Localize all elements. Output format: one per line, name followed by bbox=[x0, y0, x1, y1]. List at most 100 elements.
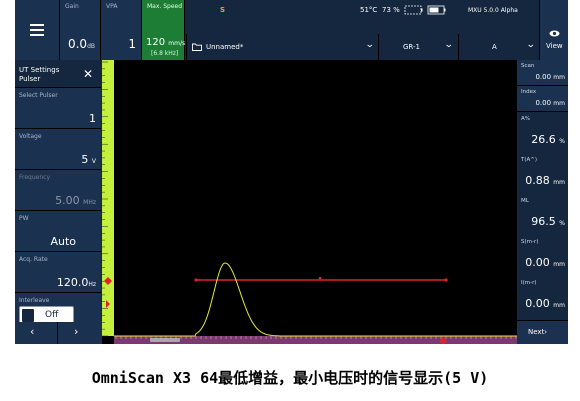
toggle-knob bbox=[22, 309, 34, 322]
amplitude-ruler bbox=[102, 60, 114, 337]
next-page-button[interactable]: › bbox=[58, 322, 102, 344]
param-value: 5.00 bbox=[55, 194, 80, 207]
gain-control[interactable]: Gain 0.0dB bbox=[60, 0, 101, 60]
reading-value: 0.00 bbox=[525, 256, 550, 269]
previous-button[interactable]: ‹ bbox=[15, 322, 58, 344]
battery-icon bbox=[404, 5, 446, 15]
a-scan-canvas bbox=[102, 60, 517, 344]
chevron-down-icon: ⌄ bbox=[364, 40, 375, 50]
group-name: GR-1 bbox=[403, 43, 420, 51]
battery-percent: 73 % bbox=[382, 6, 400, 14]
panel-subtitle: Pulser bbox=[19, 75, 41, 83]
vpa-value: 1 bbox=[128, 37, 136, 51]
param-value: 1 bbox=[89, 112, 96, 125]
reading-ml: ML 96.5 % bbox=[517, 195, 568, 236]
status-strip: S 51°C 73 % MXU 5.0.0 Alpha bbox=[186, 0, 539, 34]
reading-label: ML bbox=[521, 198, 529, 204]
reading-unit: % bbox=[559, 138, 565, 145]
toggle-label: Off bbox=[45, 310, 59, 320]
temperature: 51°C bbox=[360, 6, 378, 14]
max-speed-prf: [6.8 kHz] bbox=[151, 50, 179, 57]
vpa-control[interactable]: VPA 1 bbox=[101, 0, 142, 60]
next-label: Next› bbox=[528, 328, 548, 336]
reading-label: A% bbox=[521, 116, 530, 122]
group-dropdown[interactable]: GR-1 ⌄ bbox=[378, 34, 458, 60]
param-unit: V bbox=[91, 158, 96, 165]
reading-label: S(m-r) bbox=[521, 239, 539, 245]
param-acq-rate[interactable]: Acq. Rate 120.0Hz bbox=[15, 252, 101, 293]
s-indicator: S bbox=[220, 6, 226, 14]
reading-label: T(A^) bbox=[521, 157, 538, 163]
reading-unit: mm bbox=[553, 74, 565, 81]
chevron-down-icon: ⌄ bbox=[443, 40, 454, 50]
max-speed-unit: mm/s bbox=[168, 40, 186, 47]
eye-icon bbox=[549, 30, 560, 37]
reading-label: I(m-r) bbox=[521, 280, 537, 286]
menu-icon bbox=[30, 24, 44, 26]
depth-ruler bbox=[114, 336, 517, 344]
reading-label: Index bbox=[521, 89, 537, 95]
top-bar: Gain 0.0dB VPA 1 Max. Speed 120 mm/s [6.… bbox=[15, 0, 568, 60]
a-scan-view[interactable] bbox=[102, 60, 517, 344]
param-frequency: Frequency 5.00 MHz bbox=[15, 170, 101, 211]
param-unit: Hz bbox=[88, 281, 96, 288]
chevron-left-icon: ‹ bbox=[30, 325, 35, 338]
reading-thickness: T(A^) 0.88 mm bbox=[517, 154, 568, 195]
channel-dropdown[interactable]: A ⌄ bbox=[458, 34, 539, 60]
reading-value: 96.5 bbox=[531, 215, 556, 228]
param-pw[interactable]: PW Auto bbox=[15, 211, 101, 252]
reading-value: 0.00 bbox=[535, 99, 552, 107]
software-version: MXU 5.0.0 Alpha bbox=[468, 7, 518, 14]
reading-a-percent: A% 26.6 % bbox=[517, 113, 568, 154]
param-value: Auto bbox=[50, 235, 76, 248]
reading-unit: mm bbox=[553, 179, 565, 186]
file-name: Unnamed* bbox=[206, 43, 244, 51]
menu-button[interactable] bbox=[15, 0, 60, 60]
reading-unit: mm bbox=[553, 100, 565, 107]
chevron-right-icon: › bbox=[74, 325, 79, 338]
max-speed-value: 120 bbox=[146, 37, 166, 48]
max-speed-control[interactable]: Max. Speed 120 mm/s [6.8 kHz] bbox=[142, 0, 185, 60]
param-value: 5 bbox=[81, 153, 89, 166]
index-position-field[interactable]: Index 0.00 mm bbox=[517, 86, 568, 112]
next-button[interactable]: Next› bbox=[517, 320, 568, 344]
signal-waveform bbox=[114, 262, 517, 337]
param-label: Acq. Rate bbox=[19, 256, 48, 263]
param-select-pulser[interactable]: Select Pulser 1 bbox=[15, 88, 101, 129]
reading-unit: mm bbox=[553, 261, 565, 268]
close-icon[interactable]: ✕ bbox=[83, 67, 93, 81]
scroll-thumb[interactable] bbox=[150, 338, 180, 342]
param-label: Interleave bbox=[19, 297, 50, 304]
reading-i-m-r: I(m-r) 0.00 mm bbox=[517, 277, 568, 318]
param-value: 120.0 bbox=[56, 276, 89, 289]
gain-value: 0.0 bbox=[67, 37, 88, 51]
reading-s-m-r: S(m-r) 0.00 mm bbox=[517, 236, 568, 277]
param-unit: MHz bbox=[83, 199, 96, 206]
scan-position-field[interactable]: Scan 0.00 mm bbox=[517, 60, 568, 86]
panel-title: UT Settings bbox=[19, 66, 60, 74]
panel-header: UT Settings Pulser ✕ bbox=[15, 60, 101, 88]
reading-value: 26.6 bbox=[531, 133, 556, 146]
view-label: View bbox=[546, 42, 563, 50]
panel-navigation: ‹ › bbox=[15, 322, 102, 344]
readings-panel: Scan 0.00 mm Index 0.00 mm A% 26.6 % T(A… bbox=[517, 60, 568, 344]
chevron-down-icon: ⌄ bbox=[525, 40, 536, 50]
param-label: Frequency bbox=[19, 174, 50, 181]
param-voltage[interactable]: Voltage 5 V bbox=[15, 129, 101, 170]
param-label: PW bbox=[19, 215, 29, 222]
gain-label: Gain bbox=[65, 3, 79, 10]
reading-unit: mm bbox=[553, 302, 565, 309]
reading-value: 0.00 bbox=[535, 73, 552, 81]
omniscan-screen: Gain 0.0dB VPA 1 Max. Speed 120 mm/s [6.… bbox=[15, 0, 568, 344]
view-button[interactable]: View bbox=[539, 0, 568, 60]
param-label: Voltage bbox=[19, 133, 42, 140]
reading-value: 0.88 bbox=[525, 174, 550, 187]
file-dropdown[interactable]: Unnamed* ⌄ bbox=[186, 34, 378, 60]
reading-unit: % bbox=[559, 220, 565, 227]
gain-unit: dB bbox=[87, 43, 95, 50]
gate-a[interactable] bbox=[194, 276, 448, 282]
vpa-label: VPA bbox=[106, 3, 118, 10]
max-speed-label: Max. Speed bbox=[147, 3, 183, 10]
reading-value: 0.00 bbox=[525, 297, 550, 310]
ut-settings-panel: UT Settings Pulser ✕ Select Pulser 1 Vol… bbox=[15, 60, 102, 344]
